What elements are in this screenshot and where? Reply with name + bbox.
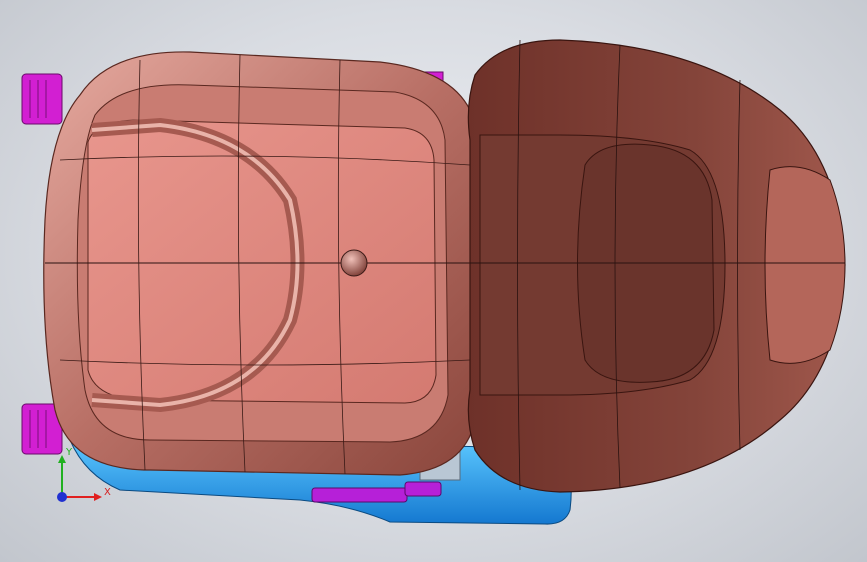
x-axis-label: X bbox=[104, 487, 111, 498]
seat-model[interactable] bbox=[0, 0, 867, 562]
graphics-viewport[interactable]: X Y bbox=[0, 0, 867, 562]
coordinate-triad bbox=[57, 455, 102, 502]
backrest[interactable] bbox=[467, 39, 846, 493]
x-arrowhead bbox=[94, 493, 102, 501]
y-arrowhead bbox=[58, 455, 66, 463]
center-knob[interactable] bbox=[340, 249, 368, 277]
y-axis-label: Y bbox=[66, 447, 73, 458]
seat-cushion-shell[interactable] bbox=[43, 51, 476, 476]
z-axis-dot bbox=[57, 492, 67, 502]
